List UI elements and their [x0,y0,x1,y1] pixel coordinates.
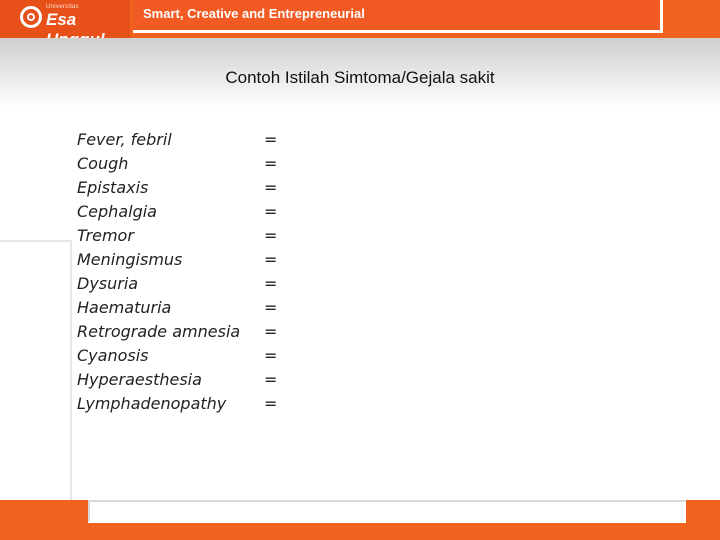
header-bar: Universitas Esa Unggul Smart, Creative a… [0,0,720,49]
footer-bar [0,523,720,540]
university-logo: Universitas Esa Unggul [0,0,130,49]
term-item: Epistaxis [77,178,149,197]
logo-emblem-icon [20,6,42,28]
term-item: Meningismus [77,250,183,269]
footer-frame [88,500,720,522]
equals-sign: = [264,250,278,269]
equals-column: = = = = = = = = = = = = [264,128,277,416]
slide-title: Contoh Istilah Simtoma/Gejala sakit [225,68,495,87]
equals-sign: = [264,322,278,341]
equals-sign: = [264,298,278,317]
equals-sign: = [264,394,278,413]
equals-sign: = [264,178,278,197]
equals-sign: = [264,346,278,365]
equals-sign: = [264,226,278,245]
tagline-box: Smart, Creative and Entrepreneurial [133,0,663,33]
term-item: Tremor [77,226,134,245]
equals-sign: = [264,202,278,221]
term-item: Retrograde amnesia [77,322,241,341]
term-item: Lymphadenopathy [77,394,227,413]
equals-sign: = [264,154,278,173]
equals-sign: = [264,130,278,149]
term-item: Cyanosis [77,346,149,365]
term-item: Cephalgia [77,202,157,221]
decorative-frame [0,240,72,502]
term-list: Fever, febril Cough Epistaxis Cephalgia … [77,128,240,416]
term-item: Cough [77,154,129,173]
term-item: Dysuria [77,274,139,293]
term-item: Hyperaesthesia [77,370,202,389]
equals-sign: = [264,370,278,389]
equals-sign: = [264,274,278,293]
term-item: Fever, febril [77,130,172,149]
tagline: Smart, Creative and Entrepreneurial [143,6,365,21]
term-item: Haematuria [77,298,172,317]
